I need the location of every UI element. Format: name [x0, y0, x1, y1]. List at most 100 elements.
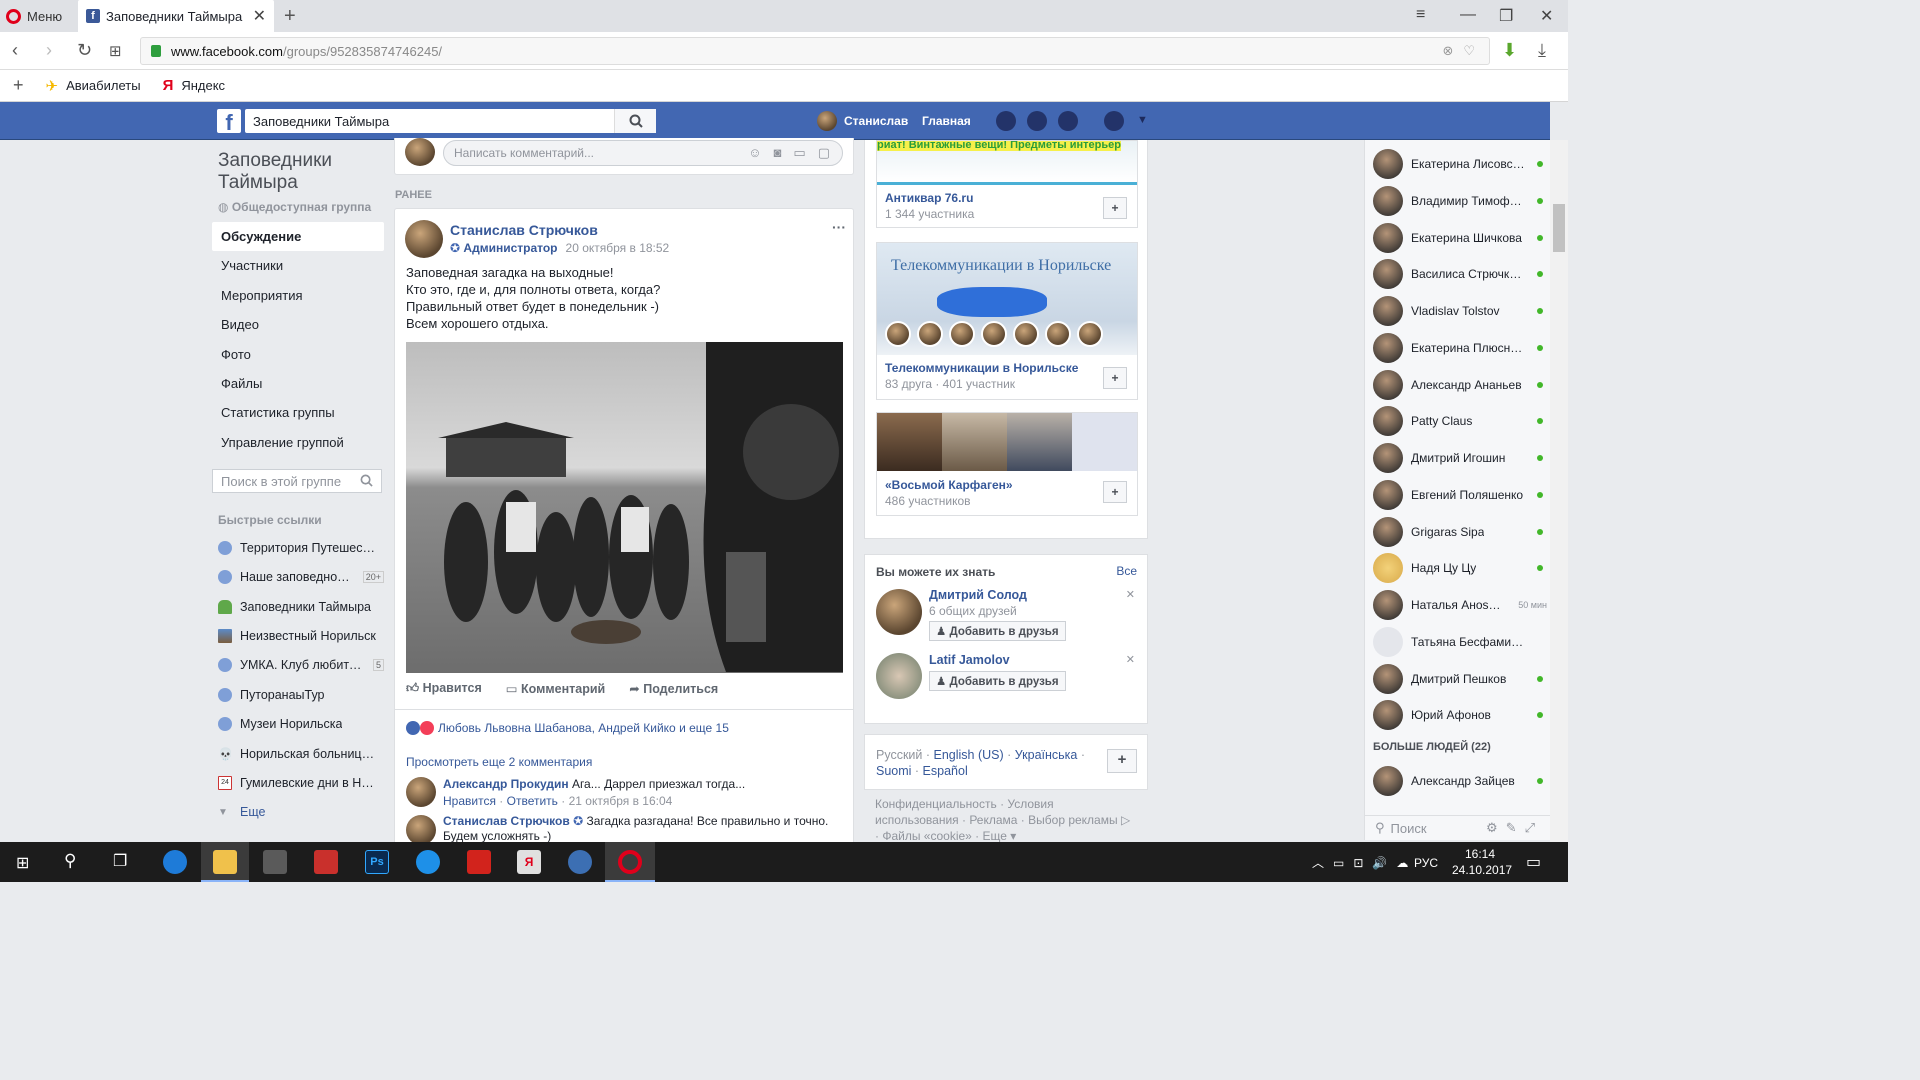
nav-files[interactable]: Файлы	[212, 369, 384, 398]
help-icon[interactable]	[1104, 111, 1124, 131]
chat-contact[interactable]: Екатерина Плюснина	[1373, 330, 1543, 366]
browser-tab[interactable]: f Заповедники Таймыра ✕	[78, 0, 274, 32]
language-option[interactable]: Español	[923, 764, 968, 778]
more-languages-button[interactable]: +	[1107, 749, 1137, 773]
comment-like-link[interactable]: Нравится	[443, 794, 496, 808]
nav-discussion[interactable]: Обсуждение	[212, 222, 384, 252]
footer-link[interactable]: Реклама	[969, 813, 1017, 827]
footer-link[interactable]: Выбор рекламы	[1028, 813, 1117, 827]
quick-link[interactable]: ПуторанаыТур	[212, 680, 384, 709]
minimize-icon[interactable]: —	[1460, 6, 1476, 24]
account-menu-icon[interactable]: ▼	[1137, 114, 1148, 126]
join-group-button[interactable]: +	[1103, 197, 1127, 219]
opera-menu-button[interactable]: Меню	[6, 6, 62, 26]
chat-contact[interactable]: Юрий Афонов	[1373, 697, 1543, 733]
group-banner[interactable]: риат! Винтажные вещи! Предметы интерьер	[877, 141, 1137, 185]
join-group-button[interactable]: +	[1103, 481, 1127, 503]
chat-contact[interactable]: Grigaras Sipa	[1373, 514, 1543, 550]
tab-menu-icon[interactable]: ≡	[1416, 6, 1425, 24]
quick-link[interactable]: Наше заповедное … 20+	[212, 563, 384, 592]
nav-members[interactable]: Участники	[212, 251, 384, 280]
comment-button[interactable]: ▭ Комментарий	[506, 681, 605, 696]
chat-contact[interactable]: Василиса Стрючкова	[1373, 256, 1543, 292]
quick-link[interactable]: 24 Гумилевские дни в Но…	[212, 768, 384, 797]
add-friend-button[interactable]: ♟ Добавить в друзья	[929, 671, 1066, 691]
quick-link[interactable]: 💀 Норильская больница …	[212, 739, 384, 768]
dismiss-icon[interactable]: ✕	[1126, 588, 1135, 601]
search-icon[interactable]: ⚲	[64, 851, 76, 871]
home-link[interactable]: Главная	[922, 114, 971, 128]
scrollbar-thumb[interactable]	[1553, 204, 1565, 252]
new-tab-icon[interactable]: +	[284, 5, 296, 28]
chat-contact[interactable]: Екатерина Шичкова	[1373, 220, 1543, 256]
downloads-icon[interactable]: ⤓	[1538, 40, 1546, 61]
group-banner[interactable]	[877, 413, 1137, 471]
comment-attachment-icons[interactable]: ☺◙▭▢	[748, 145, 842, 161]
language-option[interactable]: Українська	[1015, 748, 1078, 762]
comment-avatar[interactable]	[406, 815, 436, 845]
forward-icon[interactable]: ›	[46, 40, 52, 61]
language-option[interactable]: Suomi	[876, 764, 911, 778]
reactions-row[interactable]: Любовь Львовна Шабанова, Андрей Кийко и …	[406, 721, 729, 735]
group-banner[interactable]: Телекоммуникации в Норильске	[877, 243, 1137, 355]
bookmark-aviabilety[interactable]: ✈ Авиабилеты	[46, 77, 141, 95]
nav-manage-group[interactable]: Управление группой	[212, 428, 384, 457]
nav-videos[interactable]: Видео	[212, 310, 384, 339]
add-bookmark-icon[interactable]: +	[13, 75, 24, 96]
chat-contact[interactable]: Наталья Аноshина 50 мин	[1373, 587, 1547, 623]
footer-link[interactable]: Файлы «cookie»	[882, 829, 972, 843]
pymk-name[interactable]: Дмитрий Солод	[929, 588, 1027, 602]
chat-contact[interactable]: Patty Claus	[1373, 403, 1543, 439]
suggested-group-name[interactable]: Телекоммуникации в Норильске	[885, 361, 1129, 375]
post-author[interactable]: Станислав Стрючков	[450, 222, 598, 238]
bookmark-yandex[interactable]: Я Яндекс	[163, 77, 226, 94]
like-button[interactable]: 👍︎ Нравится	[406, 681, 482, 696]
chat-contact[interactable]: Дмитрий Игошин	[1373, 440, 1543, 476]
opera-active-slot[interactable]	[605, 842, 655, 882]
close-window-icon[interactable]: ✕	[1540, 6, 1553, 26]
chat-contact[interactable]: Дмитрий Пешков	[1373, 661, 1543, 697]
system-tray-icons[interactable]: ︿▭⊡🔊☁	[1312, 854, 1417, 871]
speed-dial-icon[interactable]: ⊞	[109, 42, 122, 60]
input-language[interactable]: РУС	[1414, 856, 1438, 870]
clear-url-icon[interactable]: ⊗	[1442, 43, 1453, 59]
edge-icon[interactable]	[163, 850, 187, 874]
footer-link[interactable]: Конфиденциальность	[875, 797, 997, 811]
friend-requests-icon[interactable]	[996, 111, 1016, 131]
comment-avatar[interactable]	[406, 777, 436, 807]
group-search-input[interactable]: Поиск в этой группе	[212, 469, 382, 494]
chat-contact[interactable]: Евгений Поляшенко	[1373, 477, 1543, 513]
windows-start-icon[interactable]: ⊞	[16, 853, 29, 873]
network-app-icon[interactable]	[568, 850, 592, 874]
pymk-avatar[interactable]	[876, 589, 922, 635]
calculator-icon[interactable]	[263, 850, 287, 874]
language-option[interactable]: English (US)	[934, 748, 1004, 762]
pymk-name[interactable]: Latif Jamolov	[929, 653, 1010, 667]
quick-link[interactable]: УМКА. Клуб любите… 5	[212, 651, 384, 680]
pymk-see-all[interactable]: Все	[1116, 564, 1137, 578]
nav-events[interactable]: Мероприятия	[212, 281, 384, 310]
add-friend-button[interactable]: ♟ Добавить в друзья	[929, 621, 1066, 641]
join-group-button[interactable]: +	[1103, 367, 1127, 389]
group-title[interactable]: Заповедники Таймыра	[218, 150, 384, 194]
profile-avatar[interactable]	[817, 111, 837, 131]
yandex-browser-icon[interactable]: Я	[517, 850, 541, 874]
chat-contact[interactable]: Екатерина Лисовская	[1373, 146, 1543, 182]
maximize-icon[interactable]: ❐	[1499, 6, 1513, 26]
view-more-comments[interactable]: Просмотреть еще 2 комментария	[406, 755, 592, 769]
notifications-globe-icon[interactable]	[1058, 111, 1078, 131]
comment-input[interactable]: Написать комментарий... ☺◙▭▢	[443, 140, 843, 166]
comment-author[interactable]: Александр Прокудин	[443, 777, 569, 791]
comment-author[interactable]: Станислав Стрючков	[443, 814, 570, 828]
internet-explorer-icon[interactable]	[416, 850, 440, 874]
quick-links-more[interactable]: ▼ Еще	[212, 798, 384, 827]
close-tab-icon[interactable]: ✕	[253, 6, 266, 26]
post-options-icon[interactable]: ···	[832, 219, 846, 235]
search-icon[interactable]	[614, 109, 656, 133]
quick-link[interactable]: Заповедники Таймыра	[212, 592, 384, 621]
clock[interactable]: 16:14 24.10.2017	[1452, 846, 1512, 878]
comment-time[interactable]: 21 октября в 16:04	[569, 794, 673, 808]
task-view-icon[interactable]: ❐	[113, 851, 127, 871]
suggested-group-name[interactable]: «Восьмой Карфаген»	[885, 478, 1129, 492]
chat-contact[interactable]: Владимир Тимофеев	[1373, 183, 1543, 219]
